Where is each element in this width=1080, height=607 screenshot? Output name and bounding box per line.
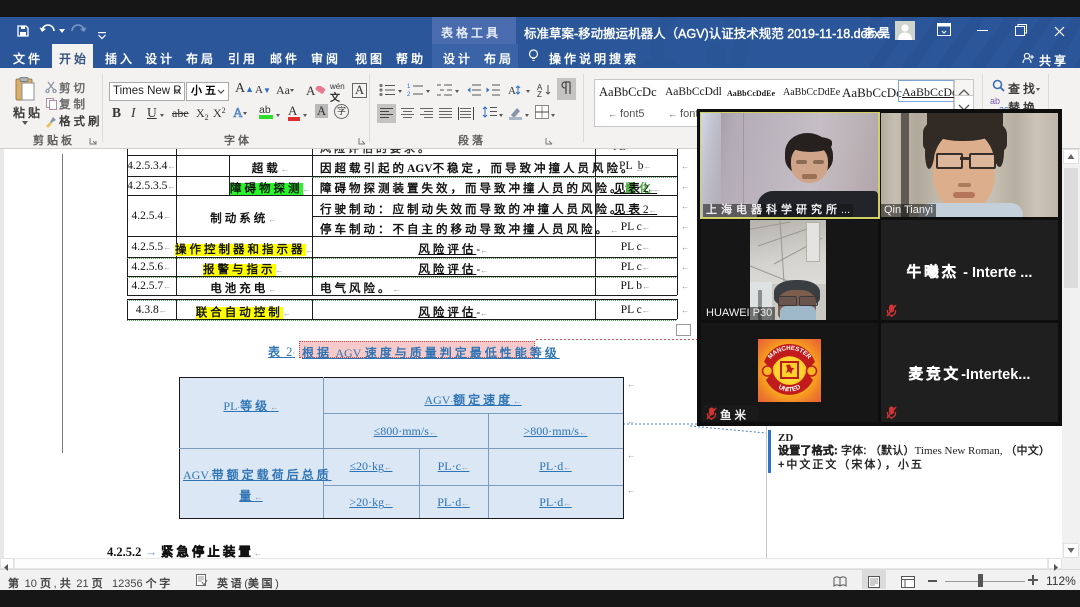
svg-text:A: A bbox=[508, 85, 516, 97]
svg-text:2: 2 bbox=[407, 92, 411, 97]
svg-text:Z: Z bbox=[537, 90, 542, 97]
svg-text:1: 1 bbox=[407, 84, 411, 90]
